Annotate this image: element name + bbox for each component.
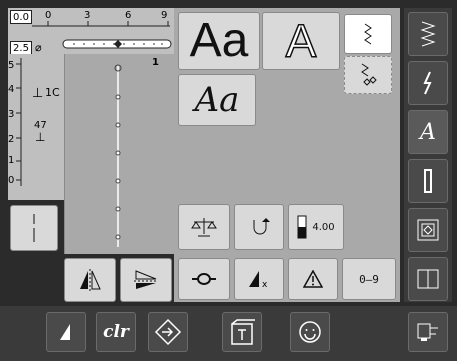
zigzag-mode-icon	[364, 23, 372, 45]
needle-position-button[interactable]	[10, 205, 58, 251]
mirror-horizontal-icon	[134, 270, 158, 289]
file-button[interactable]	[222, 312, 262, 352]
pattern-counter: 1	[152, 57, 159, 68]
practical-stitches-button[interactable]	[408, 12, 448, 56]
left-ruler-value-box: 2.5	[10, 41, 32, 55]
balance-icon	[191, 218, 217, 237]
pattern-end-button[interactable]	[178, 258, 230, 300]
zigzag-mode-button[interactable]	[344, 14, 392, 54]
file-icon	[231, 319, 255, 345]
pattern-begin-icon	[253, 218, 270, 235]
font-outline-sample: A	[285, 15, 317, 67]
left-ruler-scale	[16, 58, 22, 186]
pattern-begin-button[interactable]	[234, 204, 284, 250]
svg-text:x: x	[262, 280, 268, 289]
attachments-icon	[417, 269, 439, 289]
font-block-button[interactable]: Aa	[178, 12, 260, 70]
mirror-vertical-icon	[80, 269, 101, 291]
setup-button[interactable]	[408, 312, 448, 352]
decorative-stitches-button[interactable]	[408, 61, 448, 105]
memory-button[interactable]	[148, 312, 188, 352]
warning-button[interactable]	[288, 258, 338, 300]
foot-pressure-icon: ⌀	[35, 41, 42, 54]
left-ruler-tick-5: 5	[8, 60, 15, 71]
left-ruler-tick-3: 3	[8, 109, 15, 120]
decorative-stitches-icon	[423, 71, 432, 95]
mirror-vertical-button[interactable]	[64, 258, 116, 302]
warning-icon	[303, 270, 323, 288]
stitch-length-icon	[297, 215, 307, 239]
left-ruler-tick-2: 2	[8, 134, 15, 145]
sequence-button[interactable]: 0–9	[342, 258, 396, 300]
alphabets-icon: A	[420, 119, 436, 145]
width-slider[interactable]	[62, 38, 172, 50]
motif-mode-icon	[361, 63, 377, 86]
buttonholes-icon	[424, 169, 432, 193]
setup-icon	[417, 323, 438, 341]
stitch-length-value: 4.00	[312, 221, 335, 233]
mirror-horizontal-button[interactable]	[120, 258, 172, 302]
back-button[interactable]	[46, 312, 86, 352]
quilt-stitches-button[interactable]	[408, 208, 448, 252]
needle-position-icon	[33, 214, 35, 242]
stitch-preview-line	[114, 64, 122, 247]
top-ruler-scale	[32, 21, 170, 27]
left-ruler-tick-4: 4	[8, 84, 15, 95]
back-icon	[60, 324, 70, 340]
stitch-length-button[interactable]: 4.00	[288, 204, 344, 250]
presser-foot-icon: ⊥	[32, 86, 44, 101]
clear-button[interactable]: clr	[96, 312, 136, 352]
font-script-button[interactable]: Aa	[178, 74, 256, 126]
motif-mode-button[interactable]	[344, 56, 392, 94]
quilt-stitches-icon	[417, 219, 439, 241]
presser-foot-number: 1C	[45, 86, 60, 99]
needle-icon: ⊥	[35, 130, 46, 144]
buttonholes-button[interactable]	[408, 159, 448, 203]
top-ruler-value-box: 0.0	[10, 10, 32, 24]
font-script-sample: Aa	[194, 80, 240, 120]
memory-icon	[154, 318, 182, 346]
alphabets-button[interactable]: A	[408, 110, 448, 154]
long-stitch-icon: x	[249, 271, 268, 289]
personal-button[interactable]	[290, 312, 330, 352]
left-ruler-tick-1: 1	[8, 155, 15, 166]
practical-stitches-icon	[420, 21, 436, 47]
sequence-label: 0–9	[359, 272, 379, 286]
smiley-icon	[299, 321, 321, 343]
font-outline-button[interactable]: A	[262, 12, 340, 70]
pattern-end-icon	[192, 273, 216, 285]
long-stitch-button[interactable]: x	[234, 258, 284, 300]
clear-label: clr	[103, 322, 129, 342]
left-ruler-tick-0: 0	[8, 175, 15, 186]
balance-button[interactable]	[178, 204, 230, 250]
font-block-sample: Aa	[189, 14, 249, 67]
attachments-button[interactable]	[408, 257, 448, 301]
